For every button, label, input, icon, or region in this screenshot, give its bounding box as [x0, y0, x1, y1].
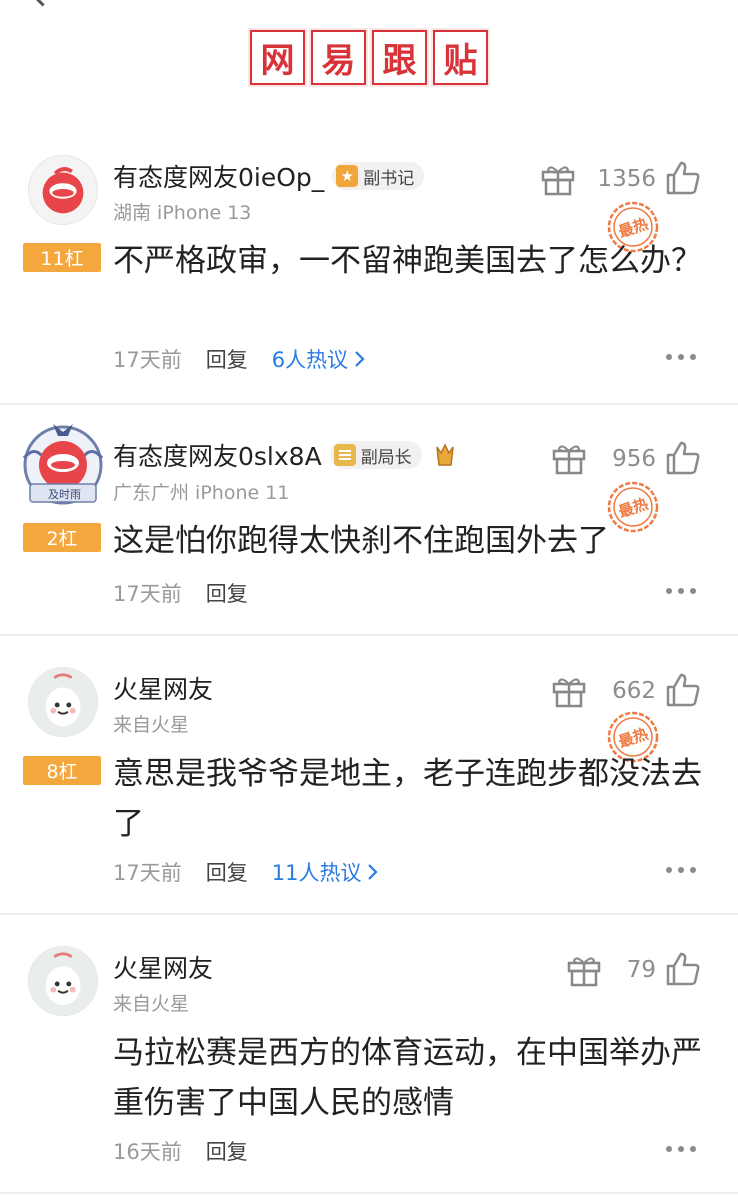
divider: [0, 634, 738, 636]
avatar[interactable]: [28, 667, 98, 737]
username[interactable]: 火星网友: [113, 949, 213, 985]
comment-time: 17天前: [113, 582, 182, 606]
gift-icon[interactable]: [551, 441, 587, 475]
netease-avatar-icon: [29, 156, 97, 224]
mars-avatar-icon: [29, 947, 97, 1015]
comment-text[interactable]: 意思是我爷爷是地主，老子连跑步都没法去了: [113, 749, 703, 849]
reply-button[interactable]: 回复: [206, 344, 248, 374]
rank-label: 副局长: [360, 447, 412, 468]
thumbs-up-icon[interactable]: [664, 440, 700, 476]
hot-discuss-label: 11人热议: [271, 861, 362, 885]
page-title: 网 易 跟 贴: [0, 28, 738, 96]
more-icon[interactable]: [666, 354, 696, 360]
avatar-frame-text: 及时雨: [48, 488, 81, 501]
divider: [0, 913, 738, 915]
floor-badge: 11杠: [23, 243, 101, 272]
hot-stamp-text: 最热: [616, 725, 650, 751]
thumbs-up-icon[interactable]: [664, 951, 700, 987]
gift-icon[interactable]: [540, 162, 576, 196]
reply-button[interactable]: 回复: [206, 578, 248, 608]
username[interactable]: 有态度网友0ieOp_: [113, 158, 324, 194]
hot-discuss-link[interactable]: 11人热议: [272, 857, 380, 887]
avatar[interactable]: [28, 946, 98, 1016]
crown-icon: [435, 443, 454, 466]
chevron-right-icon: [368, 864, 379, 880]
title-char: 贴: [431, 28, 490, 87]
reply-button[interactable]: 回复: [206, 1136, 248, 1166]
back-icon[interactable]: [30, 0, 55, 7]
chevron-right-icon: [355, 351, 365, 367]
location: 湖南 iPhone 13: [113, 202, 252, 224]
more-icon[interactable]: [666, 867, 696, 873]
comment-time: 16天前: [113, 1140, 182, 1164]
comment-time: 17天前: [113, 348, 182, 372]
mars-avatar-icon: [29, 668, 97, 736]
thumbs-up-icon[interactable]: [664, 160, 700, 196]
title-char: 跟: [370, 28, 429, 87]
location: 来自火星: [113, 714, 190, 736]
username[interactable]: 火星网友: [113, 670, 213, 706]
floor-badge: 8杠: [23, 756, 101, 785]
floor-badge: 2杠: [23, 523, 101, 552]
like-count: 79: [626, 957, 656, 983]
comment-text[interactable]: 不严格政审，一不留神跑美国去了怎么办？: [113, 236, 703, 286]
hot-discuss-label: 6人热议: [271, 348, 349, 372]
location: 来自火星: [113, 993, 190, 1015]
like-count: 1356: [597, 166, 656, 192]
rank-bars-icon: [333, 444, 356, 466]
hot-discuss-link[interactable]: 6人热议: [272, 344, 366, 374]
rank-badge: ★ 副书记: [332, 162, 425, 190]
divider: [0, 1192, 738, 1194]
thumbs-up-icon[interactable]: [664, 672, 700, 708]
gift-icon[interactable]: [551, 674, 587, 708]
username[interactable]: 有态度网友0slx8A: [113, 437, 322, 473]
location: 广东广州 iPhone 11: [113, 482, 290, 504]
comment-text[interactable]: 这是怕你跑得太快刹不住跑国外去了: [113, 516, 703, 566]
reply-button[interactable]: 回复: [206, 857, 248, 887]
title-char: 网: [248, 28, 307, 87]
title-char: 易: [309, 28, 368, 87]
more-icon[interactable]: [666, 1146, 696, 1152]
rank-badge: 副局长: [329, 441, 422, 469]
like-count: 662: [612, 678, 656, 704]
avatar-frame[interactable]: 及时雨: [18, 420, 108, 510]
comment-time: 17天前: [113, 861, 182, 885]
comment-text[interactable]: 马拉松赛是西方的体育运动，在中国举办严重伤害了中国人民的感情: [113, 1028, 703, 1128]
like-count: 956: [612, 446, 656, 472]
avatar[interactable]: [28, 155, 98, 225]
more-icon[interactable]: [666, 588, 696, 594]
divider: [0, 403, 738, 405]
rank-label: 副书记: [363, 168, 415, 189]
star-icon: ★: [336, 165, 359, 187]
